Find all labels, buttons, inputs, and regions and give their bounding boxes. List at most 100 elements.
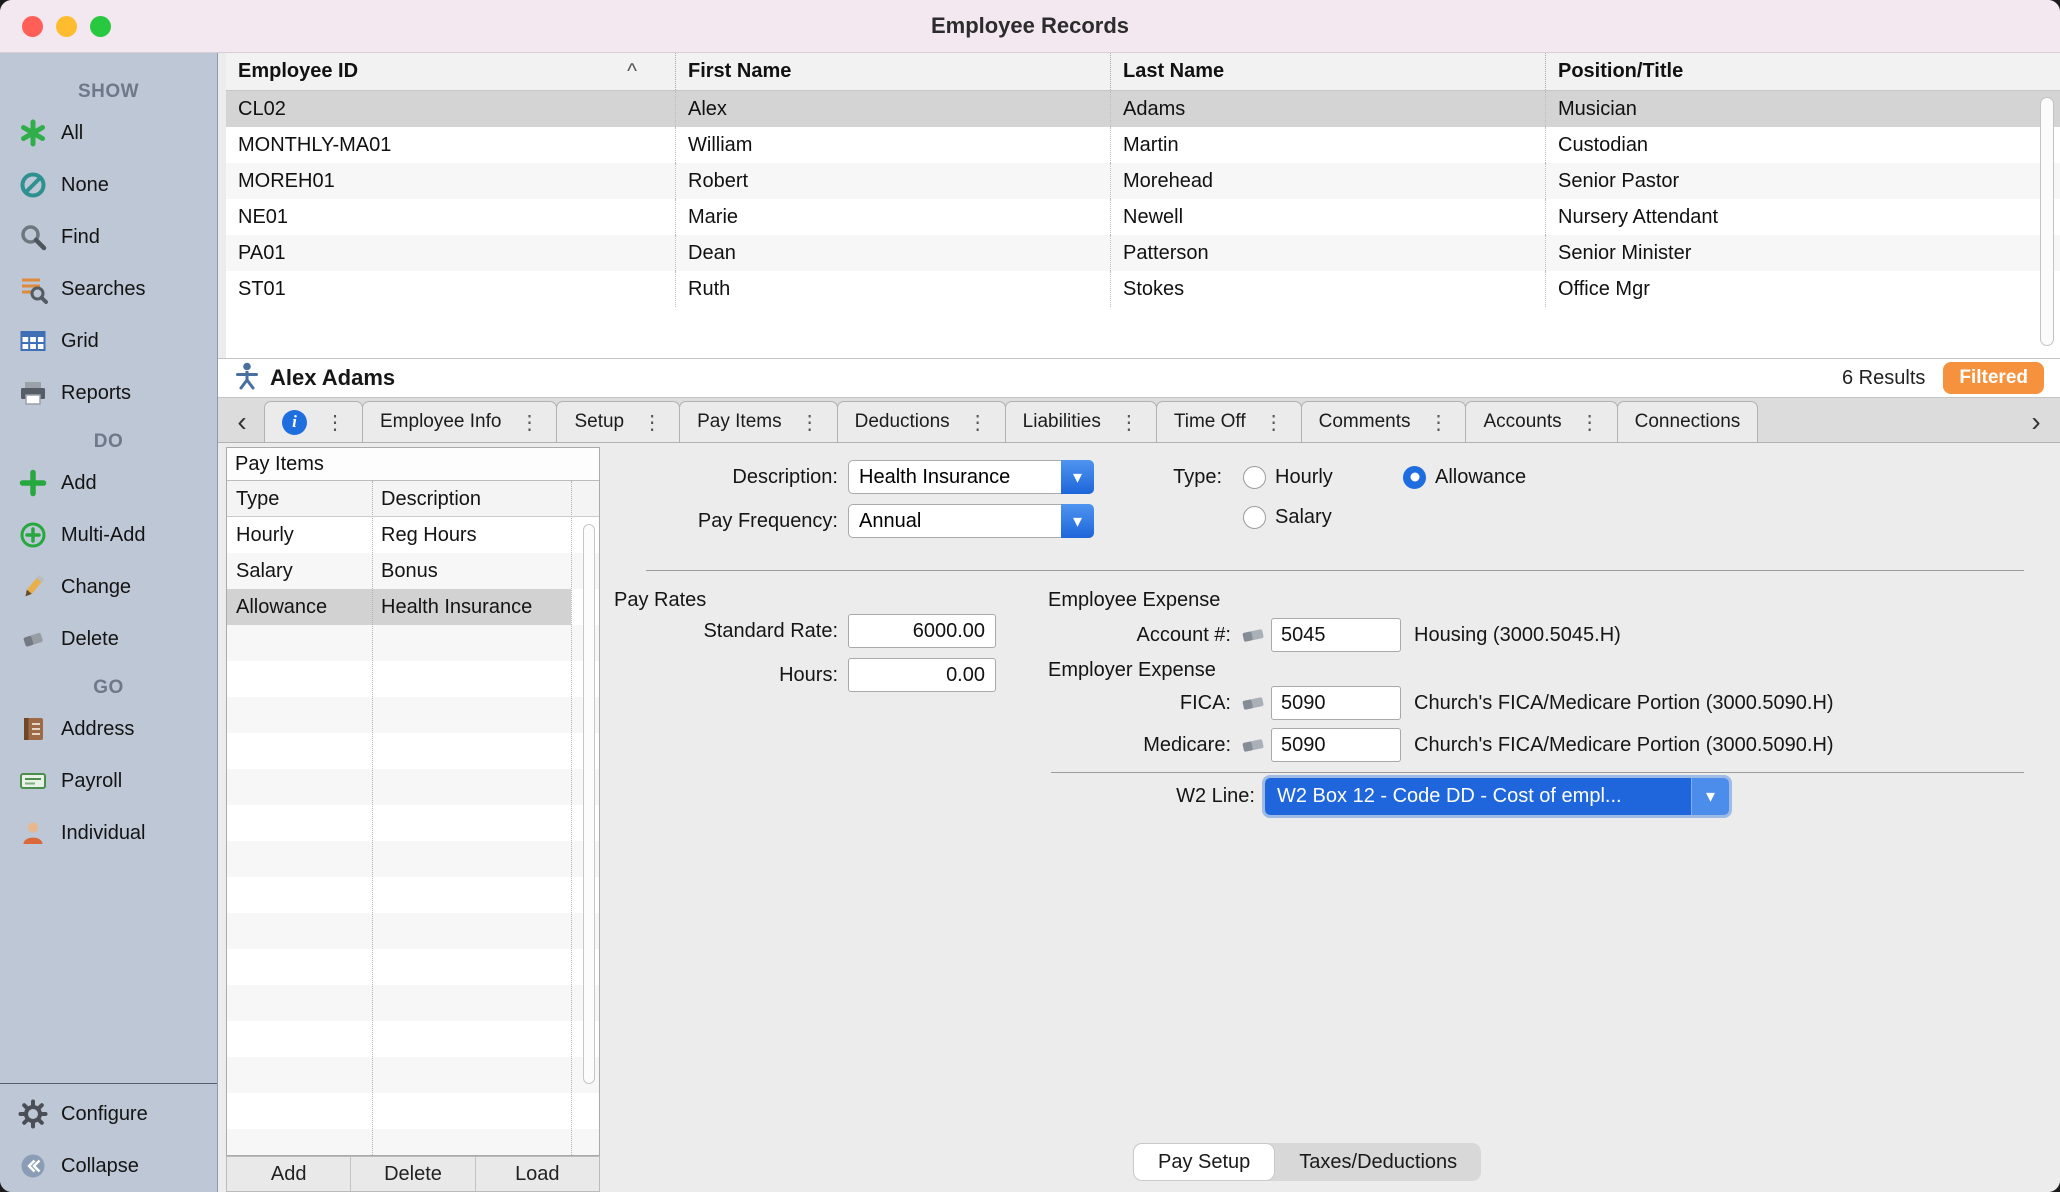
standard-rate-input[interactable] xyxy=(848,614,996,648)
list-item[interactable]: Allowance Health Insurance xyxy=(227,589,571,625)
sidebar-item-label: All xyxy=(61,122,83,145)
sidebar-item-label: Individual xyxy=(61,822,146,845)
sidebar-item-payroll[interactable]: Payroll xyxy=(0,755,217,807)
tab-menu-icon[interactable] xyxy=(968,410,988,435)
tab-time-off[interactable]: Time Off xyxy=(1156,401,1302,442)
filtered-badge[interactable]: Filtered xyxy=(1943,362,2044,394)
pay-frequency-select[interactable]: Annual xyxy=(848,504,1094,538)
table-row[interactable]: NE01 Marie Newell Nursery Attendant xyxy=(226,199,2060,235)
list-item[interactable]: Salary Bonus xyxy=(227,553,599,589)
sidebar-item-all[interactable]: All xyxy=(0,107,217,159)
sidebar-item-label: Multi-Add xyxy=(61,524,145,547)
table-row[interactable]: MONTHLY-MA01 William Martin Custodian xyxy=(226,127,2060,163)
sidebar-item-none[interactable]: None xyxy=(0,159,217,211)
sidebar-item-add[interactable]: Add xyxy=(0,457,217,509)
type-radio-allowance[interactable]: Allowance xyxy=(1403,459,1526,495)
hours-input[interactable] xyxy=(848,658,996,692)
clear-field-eraser-icon[interactable] xyxy=(1241,627,1265,643)
account-number-input[interactable] xyxy=(1271,618,1401,652)
record-person-icon xyxy=(234,362,260,395)
sidebar-item-change[interactable]: Change xyxy=(0,561,217,613)
pay-rates-heading: Pay Rates xyxy=(614,589,706,612)
add-pay-item-button[interactable]: Add xyxy=(227,1157,351,1191)
chevron-down-icon[interactable] xyxy=(1691,778,1729,815)
tab-menu-icon[interactable] xyxy=(1119,410,1139,435)
list-item[interactable]: Hourly Reg Hours xyxy=(227,517,599,553)
table-row[interactable]: MOREH01 Robert Morehead Senior Pastor xyxy=(226,163,2060,199)
clear-field-eraser-icon[interactable] xyxy=(1241,737,1265,753)
tabs-scroll-right-button[interactable] xyxy=(2014,401,2058,442)
delete-pay-item-button[interactable]: Delete xyxy=(351,1157,475,1191)
radio-selected-icon[interactable] xyxy=(1403,466,1426,489)
tab-employee-info[interactable]: Employee Info xyxy=(362,401,557,442)
table-row[interactable]: CL02 Alex Adams Musician xyxy=(226,91,2060,127)
w2-line-select[interactable]: W2 Box 12 - Code DD - Cost of empl... xyxy=(1265,778,1729,815)
tab-menu-icon[interactable] xyxy=(1580,410,1600,435)
column-header-first-name[interactable]: First Name xyxy=(676,53,1111,90)
medicare-label: Medicare: xyxy=(1051,734,1231,757)
sidebar-item-reports[interactable]: Reports xyxy=(0,367,217,419)
table-row[interactable]: PA01 Dean Patterson Senior Minister xyxy=(226,235,2060,271)
tab-liabilities[interactable]: Liabilities xyxy=(1005,401,1157,442)
sidebar-item-collapse[interactable]: Collapse xyxy=(0,1140,217,1192)
column-header-last-name[interactable]: Last Name xyxy=(1111,53,1546,90)
pay-items-column-type: Type xyxy=(227,481,372,516)
tab-taxes-deductions[interactable]: Taxes/Deductions xyxy=(1275,1143,1481,1181)
sidebar-item-label: Delete xyxy=(61,628,119,651)
saved-searches-icon xyxy=(18,274,48,304)
tab-comments[interactable]: Comments xyxy=(1301,401,1467,442)
standard-rate-row: Standard Rate: xyxy=(598,613,996,649)
sidebar-item-address[interactable]: Address xyxy=(0,703,217,755)
employee-table-header: Employee ID ^ First Name Last Name Posit… xyxy=(226,53,2060,91)
tab-menu-icon[interactable] xyxy=(519,410,539,435)
description-select[interactable]: Health Insurance xyxy=(848,460,1094,494)
pay-items-panel: Pay Items Type Description Hourly Reg Ho… xyxy=(226,447,600,1156)
sidebar-item-grid[interactable]: Grid xyxy=(0,315,217,367)
tab-accounts[interactable]: Accounts xyxy=(1465,401,1617,442)
tab-menu-icon[interactable] xyxy=(800,410,820,435)
tab-info[interactable]: i xyxy=(264,401,363,442)
account-label: Account #: xyxy=(1051,624,1231,647)
load-pay-item-button[interactable]: Load xyxy=(476,1157,599,1191)
sort-ascending-icon[interactable]: ^ xyxy=(627,60,637,84)
fica-account-input[interactable] xyxy=(1271,686,1401,720)
sidebar-item-delete[interactable]: Delete xyxy=(0,613,217,665)
tab-menu-icon[interactable] xyxy=(1428,410,1448,435)
tab-menu-icon[interactable] xyxy=(642,410,662,435)
sidebar-item-searches[interactable]: Searches xyxy=(0,263,217,315)
type-radio-hourly[interactable]: Hourly xyxy=(1243,459,1333,495)
chevron-down-icon[interactable] xyxy=(1061,460,1094,494)
sidebar-item-individual[interactable]: Individual xyxy=(0,807,217,859)
address-book-icon xyxy=(18,714,48,744)
column-header-employee-id[interactable]: Employee ID ^ xyxy=(226,53,676,90)
chevron-down-icon[interactable] xyxy=(1061,504,1094,538)
sidebar-item-label: Collapse xyxy=(61,1155,139,1178)
tab-deductions[interactable]: Deductions xyxy=(837,401,1006,442)
pay-frequency-field-row: Pay Frequency: Annual xyxy=(598,503,1094,539)
tab-pay-items[interactable]: Pay Items xyxy=(679,401,837,442)
tab-setup[interactable]: Setup xyxy=(556,401,680,442)
tab-menu-icon[interactable] xyxy=(1264,410,1284,435)
tab-menu-icon[interactable] xyxy=(325,410,345,435)
type-label: Type: xyxy=(1102,466,1222,489)
sidebar-item-configure[interactable]: Configure xyxy=(0,1088,217,1140)
app-window: Employee Records SHOW All None Find Sear… xyxy=(0,0,2060,1192)
type-radio-salary[interactable]: Salary xyxy=(1243,499,1332,535)
radio-icon[interactable] xyxy=(1243,506,1266,529)
close-window-button[interactable] xyxy=(22,16,43,37)
tabs-scroll-left-button[interactable] xyxy=(220,401,264,442)
w2-line-value: W2 Box 12 - Code DD - Cost of empl... xyxy=(1265,778,1691,815)
medicare-account-input[interactable] xyxy=(1271,728,1401,762)
sidebar-item-multi-add[interactable]: Multi-Add xyxy=(0,509,217,561)
radio-icon[interactable] xyxy=(1243,466,1266,489)
table-row[interactable]: ST01 Ruth Stokes Office Mgr xyxy=(226,271,2060,307)
tab-connections[interactable]: Connections xyxy=(1617,401,1759,442)
clear-field-eraser-icon[interactable] xyxy=(1241,695,1265,711)
pay-items-scrollbar[interactable] xyxy=(583,524,595,1084)
tab-pay-setup[interactable]: Pay Setup xyxy=(1133,1143,1275,1181)
column-header-position[interactable]: Position/Title xyxy=(1546,53,2060,90)
zoom-window-button[interactable] xyxy=(90,16,111,37)
table-scrollbar[interactable] xyxy=(2040,97,2054,346)
minimize-window-button[interactable] xyxy=(56,16,77,37)
sidebar-item-find[interactable]: Find xyxy=(0,211,217,263)
